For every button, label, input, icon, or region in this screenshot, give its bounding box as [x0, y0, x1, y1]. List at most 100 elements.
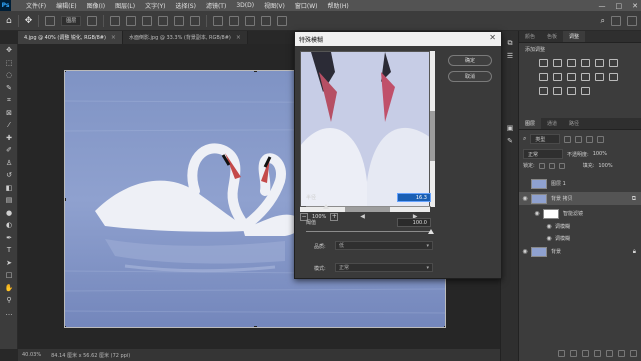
lasso-tool-icon[interactable]: ◌ [0, 69, 18, 82]
quick-select-tool-icon[interactable]: ✎ [0, 82, 18, 95]
align-center-icon[interactable] [126, 15, 137, 26]
menu-select[interactable]: 选择(S) [170, 1, 201, 10]
close-icon[interactable]: ✕ [489, 33, 496, 42]
new-group-icon[interactable] [606, 350, 613, 357]
menu-help[interactable]: 帮助(H) [323, 1, 354, 10]
threshold-icon[interactable] [553, 87, 562, 95]
tab-channels[interactable]: 通道 [541, 118, 563, 129]
close-tab-icon[interactable]: × [236, 34, 241, 41]
menu-edit[interactable]: 编辑(E) [51, 1, 81, 10]
3d-pan-icon[interactable] [261, 15, 272, 26]
threshold-input[interactable]: 100.0 [397, 218, 431, 227]
tab-color[interactable]: 颜色 [519, 31, 541, 42]
transform-controls-checkbox[interactable] [87, 15, 98, 26]
fill-value[interactable]: 100% [598, 163, 612, 169]
marquee-tool-icon[interactable]: ⬚ [0, 57, 18, 70]
libraries-panel-icon[interactable]: ▣ [501, 122, 519, 135]
visibility-icon[interactable]: ◉ [519, 248, 531, 255]
menu-type[interactable]: 文字(Y) [140, 1, 170, 10]
align-top-icon[interactable] [158, 15, 169, 26]
blend-mode-select[interactable]: 正常 [523, 149, 563, 159]
filter-pixel-icon[interactable] [564, 135, 572, 143]
selective-color-icon[interactable] [581, 87, 590, 95]
filter-shape-icon[interactable] [597, 135, 605, 143]
visibility-icon[interactable]: ◉ [543, 223, 555, 230]
black-white-icon[interactable] [553, 73, 562, 81]
hand-tool-icon[interactable]: ✋ [0, 282, 18, 295]
threshold-slider[interactable] [306, 231, 431, 232]
workspace-icon[interactable] [611, 16, 621, 26]
gradient-map-icon[interactable] [567, 87, 576, 95]
preview-vertical-scrollbar[interactable] [430, 51, 435, 207]
invert-icon[interactable] [609, 73, 618, 81]
tab-document-1[interactable]: 4.jpg @ 40% (调整 锐化, RGB/8#) × [18, 31, 123, 44]
lock-all-icon[interactable] [558, 162, 565, 169]
close-tab-icon[interactable]: × [111, 34, 116, 41]
move-tool-icon[interactable]: ✥ [25, 16, 33, 26]
transform-handle[interactable] [65, 71, 66, 72]
type-tool-icon[interactable]: T [0, 244, 18, 257]
align-left-icon[interactable] [110, 15, 121, 26]
history-panel-icon[interactable]: ⧉ [501, 37, 519, 50]
path-select-icon[interactable]: ➤ [0, 257, 18, 270]
exposure-icon[interactable] [581, 59, 590, 67]
3d-rotate-icon[interactable] [245, 15, 256, 26]
layer-row[interactable]: ◉ 背景 🔒︎ [519, 245, 641, 258]
hue-sat-icon[interactable] [609, 59, 618, 67]
tab-swatches[interactable]: 色板 [541, 31, 563, 42]
eraser-tool-icon[interactable]: ◧ [0, 182, 18, 195]
menu-3d[interactable]: 3D(D) [231, 2, 259, 9]
vibrance-icon[interactable] [595, 59, 604, 67]
auto-select-checkbox[interactable] [45, 15, 56, 26]
properties-panel-icon[interactable]: ☰ [501, 50, 519, 63]
layer-row-selected[interactable]: ◉ 背景 拷贝 ⧉ [519, 192, 641, 205]
align-middle-icon[interactable] [174, 15, 185, 26]
curves-icon[interactable] [567, 59, 576, 67]
color-lookup-icon[interactable] [595, 73, 604, 81]
lock-pixels-icon[interactable] [538, 162, 545, 169]
lock-position-icon[interactable] [548, 162, 555, 169]
zoom-level[interactable]: 40.03% [22, 352, 41, 358]
clone-stamp-icon[interactable]: ♙ [0, 157, 18, 170]
zoom-in-button[interactable]: + [330, 212, 339, 221]
visibility-icon[interactable]: ◉ [519, 195, 531, 202]
link-layers-icon[interactable] [558, 350, 565, 357]
3d-slide-icon[interactable] [277, 15, 288, 26]
layer-filter-kind[interactable]: 类型 [530, 134, 561, 144]
add-mask-icon[interactable] [582, 350, 589, 357]
preview-image[interactable] [300, 51, 430, 207]
menu-filter[interactable]: 滤镜(T) [201, 1, 231, 10]
shape-tool-icon[interactable]: □ [0, 269, 18, 282]
menu-file[interactable]: 文件(F) [21, 1, 51, 10]
layer-style-icon[interactable] [570, 350, 577, 357]
maximize-icon[interactable]: □ [616, 2, 623, 10]
radius-slider-thumb[interactable] [323, 204, 329, 209]
brush-panel-icon[interactable]: ✎ [501, 135, 519, 148]
close-window-icon[interactable]: ✕ [632, 2, 638, 10]
photo-filter-icon[interactable] [567, 73, 576, 81]
dodge-tool-icon[interactable]: ◐ [0, 219, 18, 232]
ok-button[interactable]: 确定 [448, 55, 492, 66]
3d-mode-icon[interactable] [229, 15, 240, 26]
align-right-icon[interactable] [142, 15, 153, 26]
tab-document-2[interactable]: 水面倒影.jpg @ 33.3% (背景副本, RGB/8#) × [122, 31, 248, 44]
transform-handle[interactable] [254, 71, 257, 72]
eyedropper-tool-icon[interactable]: ⁄ [0, 119, 18, 132]
opacity-value[interactable]: 100% [593, 151, 607, 157]
new-layer-icon[interactable] [618, 350, 625, 357]
frame-tool-icon[interactable]: ⊠ [0, 107, 18, 120]
tab-layers[interactable]: 图层 [519, 118, 542, 129]
threshold-slider-thumb[interactable] [428, 229, 434, 234]
menu-layer[interactable]: 图层(L) [110, 1, 140, 10]
color-balance-icon[interactable] [539, 73, 548, 81]
dialog-titlebar[interactable]: 特殊模糊 ✕ [295, 32, 501, 46]
cancel-button[interactable]: 取消 [448, 71, 492, 82]
tab-paths[interactable]: 路径 [563, 118, 585, 129]
menu-image[interactable]: 图像(I) [82, 1, 110, 10]
levels-icon[interactable] [553, 59, 562, 67]
share-icon[interactable] [627, 16, 637, 26]
minimize-icon[interactable]: — [599, 2, 606, 10]
layer-row[interactable]: 图层 1 [519, 177, 641, 190]
scroll-left-icon[interactable]: ◀ [360, 213, 365, 220]
scroll-thumb[interactable] [430, 111, 435, 161]
